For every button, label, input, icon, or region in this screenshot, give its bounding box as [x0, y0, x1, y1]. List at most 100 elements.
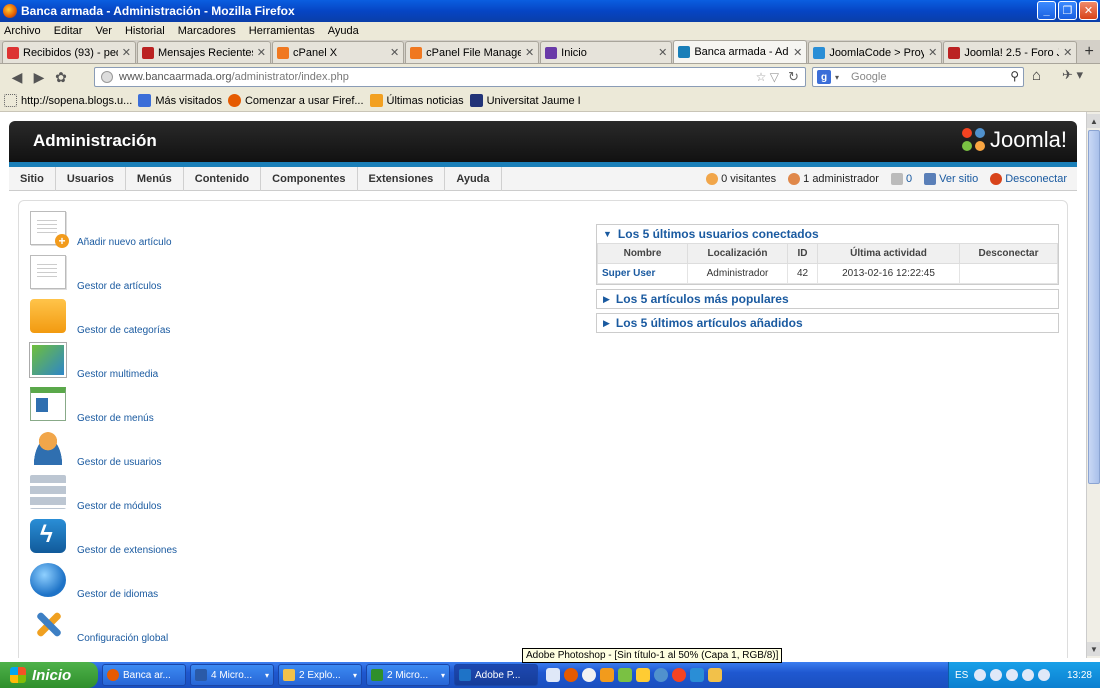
visitors-status: 0 visitantes [706, 173, 776, 185]
google-icon[interactable]: g [817, 70, 831, 84]
folder-icon [283, 669, 295, 681]
quick-category-manager[interactable]: Gestor de categorías [27, 295, 227, 339]
tab-cpanel-file-manager[interactable]: cPanel File Manager v3✕ [405, 41, 540, 63]
close-button[interactable]: ✕ [1079, 1, 1098, 20]
menu-editar[interactable]: Editar [54, 25, 83, 37]
menu-usuarios[interactable]: Usuarios [56, 166, 126, 191]
panel-latest-articles[interactable]: ▶ Los 5 últimos artículos añadidos [596, 313, 1059, 333]
tab-close-icon[interactable]: ✕ [793, 46, 802, 59]
tray-icon[interactable] [1038, 669, 1051, 681]
forward-button[interactable]: ▶ [28, 66, 50, 88]
tab-close-icon[interactable]: ✕ [122, 46, 131, 59]
panel-logged-users-toggle[interactable]: ▼ Los 5 últimos usuarios conectados [597, 225, 1058, 243]
bookmark-sopena[interactable]: http://sopena.blogs.u... [4, 94, 132, 107]
language-indicator[interactable]: ES [955, 670, 968, 681]
taskbar-item-explorer[interactable]: 2 Explo... ▾ [278, 664, 362, 686]
bookmark-universitat-jaume[interactable]: Universitat Jaume I [469, 94, 581, 107]
addons-icon[interactable]: ✿ [50, 66, 72, 88]
menu-sitio[interactable]: Sitio [9, 166, 56, 191]
quick-add-article[interactable]: + Añadir nuevo artículo [27, 207, 227, 251]
menu-historial[interactable]: Historial [125, 25, 165, 37]
app-icon[interactable] [672, 668, 686, 682]
menu-componentes[interactable]: Componentes [261, 166, 358, 191]
start-button[interactable]: Inicio [0, 662, 98, 688]
view-site-link[interactable]: Ver sitio [924, 173, 978, 185]
tab-close-icon[interactable]: ✕ [390, 46, 399, 59]
bookmark-star-icon[interactable]: ☆ ▽ [756, 70, 779, 84]
quick-language-manager[interactable]: Gestor de idiomas [27, 559, 227, 603]
tab-gmail[interactable]: Recibidos (93) - pedr...✕ [2, 41, 136, 63]
menu-contenido[interactable]: Contenido [184, 166, 262, 191]
maximize-button[interactable]: ❐ [1058, 1, 1077, 20]
menu-archivo[interactable]: Archivo [4, 25, 41, 37]
taskbar-item-photoshop[interactable]: Adobe P... [454, 664, 538, 686]
folder-icon[interactable] [708, 668, 722, 682]
app-icon[interactable] [582, 668, 596, 682]
folder-icon [30, 299, 66, 333]
new-tab-button[interactable]: + [1078, 41, 1100, 63]
reload-icon[interactable]: ↻ [788, 69, 799, 85]
tray-icon[interactable] [1006, 669, 1019, 681]
user-name-link[interactable]: Super User [597, 263, 688, 284]
scroll-thumb[interactable] [1088, 130, 1100, 484]
quick-global-configuration[interactable]: Configuración global [27, 603, 227, 647]
tab-joomlacode[interactable]: JoomlaCode > Proye...✕ [808, 41, 943, 63]
scroll-up-icon[interactable]: ▲ [1087, 114, 1100, 128]
taskbar-item-excel[interactable]: 2 Micro... ▾ [366, 664, 450, 686]
bookmark-mas-visitados[interactable]: Más visitados [138, 94, 222, 107]
menu-ayuda-joomla[interactable]: Ayuda [445, 166, 502, 191]
chevron-down-icon[interactable]: ▾ [835, 73, 839, 82]
menu-marcadores[interactable]: Marcadores [178, 25, 236, 37]
tab-close-icon[interactable]: ✕ [928, 46, 937, 59]
quick-module-manager[interactable]: Gestor de módulos [27, 471, 227, 515]
quick-media-manager[interactable]: Gestor multimedia [27, 339, 227, 383]
quick-menu-manager[interactable]: Gestor de menús [27, 383, 227, 427]
panel-popular-articles[interactable]: ▶ Los 5 artículos más populares [596, 289, 1059, 309]
app-icon[interactable] [546, 668, 560, 682]
extension-icon[interactable]: ✈ ▾ [1062, 67, 1083, 83]
quick-article-manager[interactable]: Gestor de artículos [27, 251, 227, 295]
app-icon[interactable] [618, 668, 632, 682]
taskbar-item-word[interactable]: 4 Micro... ▾ [190, 664, 274, 686]
bookmark-ultimas-noticias[interactable]: Últimas noticias [369, 94, 464, 107]
tab-banca-armada[interactable]: Banca armada - Admi...✕ [673, 40, 808, 63]
firefox-icon[interactable] [564, 668, 578, 682]
menu-ayuda[interactable]: Ayuda [328, 25, 359, 37]
quick-extension-manager[interactable]: Gestor de extensiones [27, 515, 227, 559]
tab-close-icon[interactable]: ✕ [257, 46, 266, 59]
site-identity-icon[interactable] [101, 71, 113, 83]
app-icon[interactable] [600, 668, 614, 682]
menu-extensiones[interactable]: Extensiones [358, 166, 446, 191]
quick-user-manager[interactable]: Gestor de usuarios [27, 427, 227, 471]
scroll-down-icon[interactable]: ▼ [1087, 642, 1100, 656]
tab-mensajes[interactable]: Mensajes Recientes -...✕ [137, 41, 271, 63]
address-bar[interactable]: www.bancaarmada.org/administrator/index.… [94, 67, 806, 87]
tray-icon[interactable] [974, 669, 987, 681]
tab-joomla-foro[interactable]: Joomla! 2.5 - Foro Jo...✕ [943, 41, 1078, 63]
bookmark-comenzar-firefox[interactable]: Comenzar a usar Firef... [227, 94, 364, 107]
logout-link[interactable]: Desconectar [990, 173, 1067, 185]
taskbar-item-firefox[interactable]: Banca ar... [102, 664, 186, 686]
app-icon[interactable] [690, 668, 704, 682]
tab-cpanel[interactable]: cPanel X ✕ [272, 41, 405, 63]
search-bar[interactable]: g ▾ Google ⚲ [812, 67, 1024, 87]
menu-ver[interactable]: Ver [95, 25, 112, 37]
app-icon[interactable] [654, 668, 668, 682]
vertical-scrollbar[interactable]: ▲ ▼ [1086, 112, 1100, 658]
tab-close-icon[interactable]: ✕ [658, 46, 667, 59]
tray-icon[interactable] [990, 669, 1003, 681]
joomla-logo-text: Joomla! [989, 127, 1067, 152]
menu-menus[interactable]: Menús [126, 166, 184, 191]
tab-close-icon[interactable]: ✕ [1063, 46, 1072, 59]
clock[interactable]: 13:28 [1067, 670, 1092, 681]
tab-inicio[interactable]: Inicio ✕ [540, 41, 673, 63]
home-icon[interactable]: ⌂ [1032, 67, 1041, 84]
minimize-button[interactable]: _ [1037, 1, 1056, 20]
search-icon[interactable]: ⚲ [1010, 69, 1019, 83]
messages-status[interactable]: 0 [890, 173, 912, 185]
menu-herramientas[interactable]: Herramientas [249, 25, 315, 37]
app-icon[interactable] [636, 668, 650, 682]
tab-close-icon[interactable]: ✕ [525, 46, 534, 59]
back-button[interactable]: ◀ [6, 66, 28, 88]
tray-icon[interactable] [1022, 669, 1035, 681]
